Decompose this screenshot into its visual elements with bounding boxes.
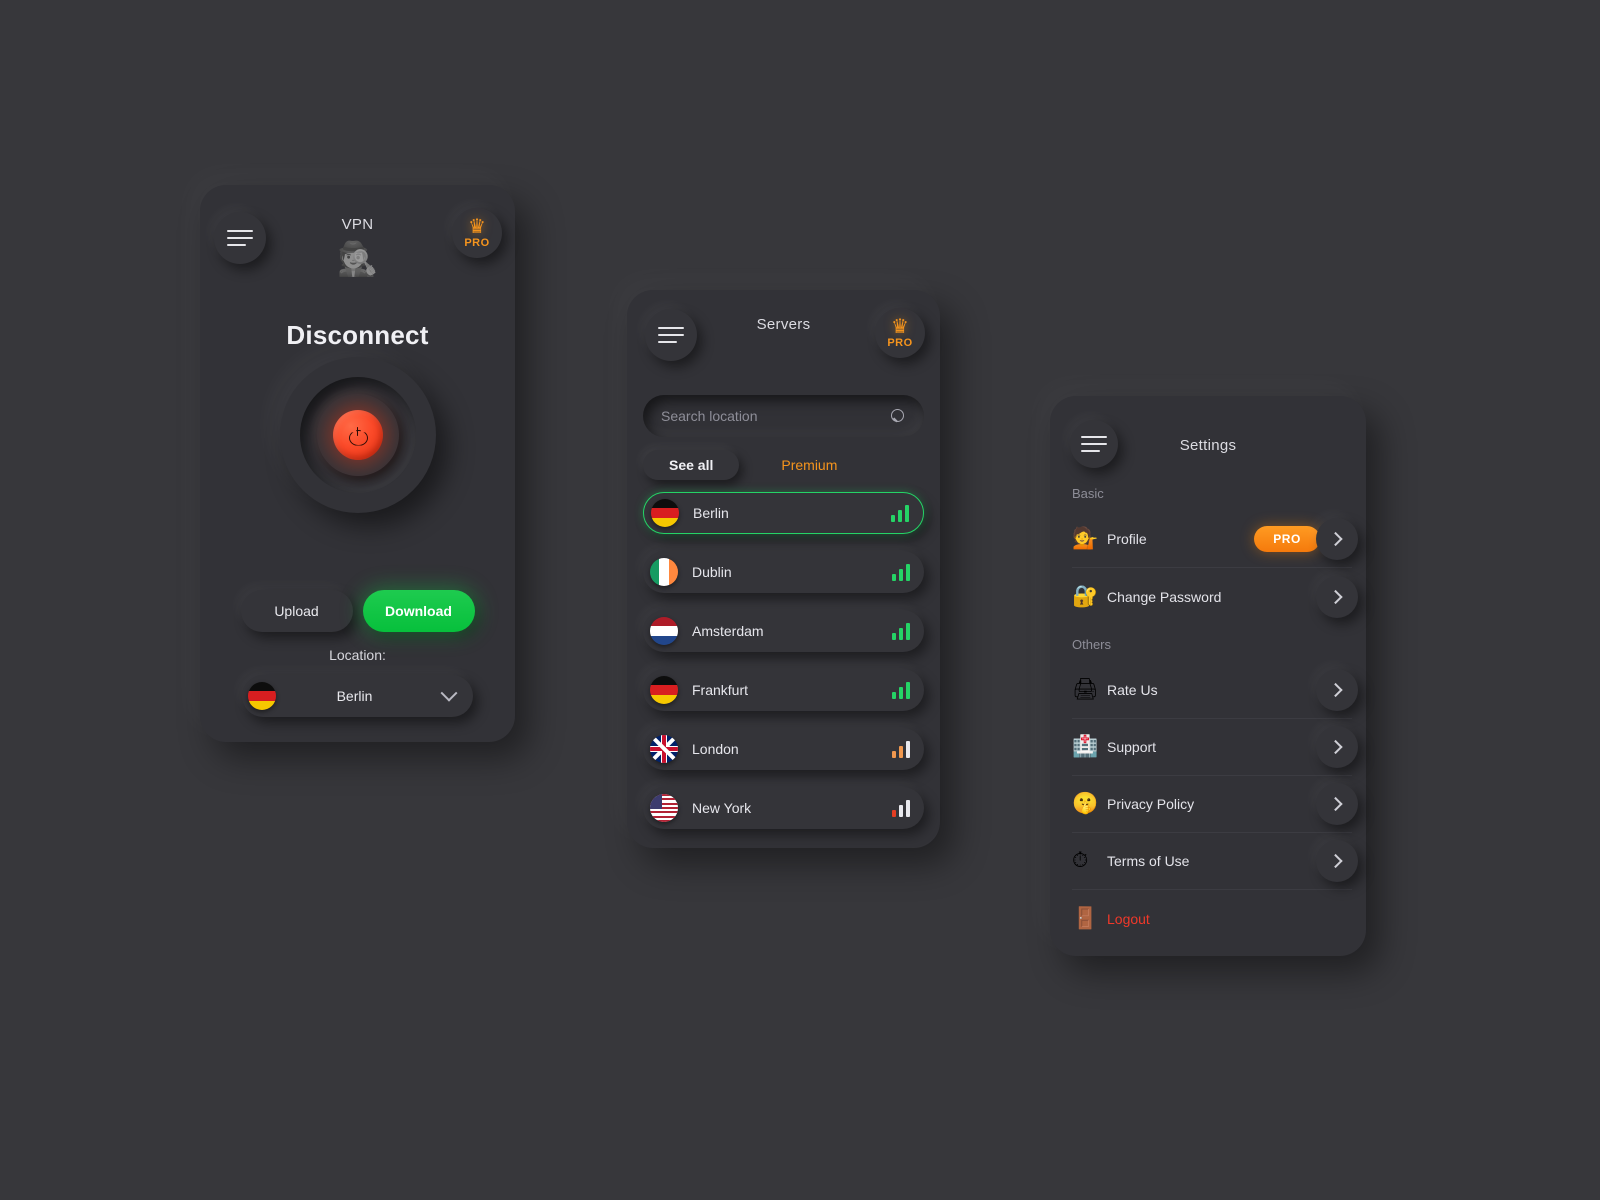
power-icon xyxy=(349,426,366,444)
settings-row-chevron-button[interactable] xyxy=(1316,669,1358,711)
server-filter-tabs: See all Premium xyxy=(643,450,924,480)
search-input[interactable] xyxy=(661,408,891,424)
spy-logo-icon: 🕵 xyxy=(336,240,379,277)
server-list-item-amsterdam[interactable]: Amsterdam xyxy=(643,610,924,652)
settings-group-basic: 💁 Profile PRO 🔐 Change Password xyxy=(1072,511,1358,625)
flag-nl-icon xyxy=(650,617,678,645)
flag-de-icon xyxy=(248,682,276,710)
settings-row-chevron-button[interactable] xyxy=(1316,518,1358,560)
pro-status-badge: PRO xyxy=(1254,526,1320,552)
support-icon: 🏥 xyxy=(1072,735,1099,758)
crown-icon: ♛ xyxy=(891,316,909,338)
server-name: Berlin xyxy=(693,505,729,521)
location-label: Location: xyxy=(329,647,386,663)
pro-label: PRO xyxy=(887,337,913,349)
server-name: Dublin xyxy=(692,564,732,580)
signal-strength-icon xyxy=(892,622,910,640)
server-list-item-new-york[interactable]: New York xyxy=(643,787,924,829)
group-label-basic: Basic xyxy=(1072,486,1104,501)
flag-us-icon xyxy=(650,794,678,822)
group-label-others: Others xyxy=(1072,637,1112,652)
chevron-right-icon xyxy=(1328,589,1343,604)
flag-gb-icon xyxy=(650,735,678,763)
privacy-policy-icon: 🤫 xyxy=(1072,792,1099,815)
power-ring-outer xyxy=(299,377,416,493)
chevron-right-icon xyxy=(1328,682,1343,698)
servers-pro-button[interactable]: ♛ PRO xyxy=(875,308,925,358)
upload-button[interactable]: Upload xyxy=(240,590,353,632)
chevron-right-icon xyxy=(1328,853,1343,869)
settings-row-chevron-button[interactable] xyxy=(1316,783,1358,825)
server-list-item-dublin[interactable]: Dublin xyxy=(643,551,924,593)
settings-row-logout[interactable]: 🚪 Logout xyxy=(1072,890,1352,947)
signal-strength-icon xyxy=(892,740,910,758)
settings-row-chevron-button[interactable] xyxy=(1316,840,1358,882)
settings-row-chevron-button[interactable] xyxy=(1316,575,1358,618)
settings-title: Settings xyxy=(1179,437,1237,454)
settings-group-others: 🖨 Rate Us 🏥 Support 🤫 Privacy Policy ⏱ Terms of… xyxy=(1072,662,1358,947)
settings-row-chevron-button[interactable] xyxy=(1316,726,1358,768)
settings-row-support[interactable]: 🏥 Support xyxy=(1072,719,1358,776)
location-value: Berlin xyxy=(336,688,373,704)
chevron-right-icon xyxy=(1328,796,1343,812)
pro-badge: ♛ PRO xyxy=(887,317,912,349)
servers-card: Servers ♛ PRO See all Premium BerlinDubl… xyxy=(627,290,940,848)
signal-strength-icon xyxy=(892,799,910,817)
server-list: Berlin Dublin Amsterdam Frankfurt London New … xyxy=(643,492,924,846)
search-bar[interactable] xyxy=(643,395,924,437)
settings-card: Settings Basic 💁 Profile PRO 🔐 Change Passwo… xyxy=(1050,396,1366,956)
server-list-item-london[interactable]: London xyxy=(643,728,924,770)
transfer-buttons: Upload Download xyxy=(200,590,515,632)
settings-row-profile[interactable]: 💁 Profile PRO xyxy=(1072,511,1358,568)
chevron-down-icon xyxy=(440,684,458,702)
rate-us-icon: 🖨 xyxy=(1072,678,1099,701)
server-name: Amsterdam xyxy=(692,623,764,639)
settings-row-label: Logout xyxy=(1107,910,1150,927)
server-name: Frankfurt xyxy=(692,682,749,698)
flag-de-icon xyxy=(650,676,678,704)
terms-of-use-icon: ⏱ xyxy=(1072,849,1089,872)
signal-strength-icon xyxy=(892,681,910,699)
server-list-item-berlin[interactable]: Berlin xyxy=(643,492,924,534)
tab-see-all[interactable]: See all xyxy=(643,450,740,480)
settings-row-terms-of-use[interactable]: ⏱ Terms of Use xyxy=(1072,833,1358,890)
change-password-icon: 🔐 xyxy=(1072,584,1099,608)
server-name: New York xyxy=(692,800,752,816)
settings-row-change-password[interactable]: 🔐 Change Password xyxy=(1072,568,1358,625)
download-button[interactable]: Download xyxy=(362,590,475,632)
power-ring-inner xyxy=(316,394,399,476)
connection-state-label: Disconnect xyxy=(286,320,429,350)
crown-icon: ♛ xyxy=(468,216,486,238)
power-button[interactable] xyxy=(279,357,436,513)
flag-de-icon xyxy=(651,499,679,527)
settings-row-label: Profile xyxy=(1107,531,1147,547)
flag-ie-icon xyxy=(650,558,678,586)
vpn-card: VPN ♛ PRO 🕵 Disconnect Upload Download L… xyxy=(200,185,515,742)
location-dropdown[interactable]: Berlin xyxy=(242,675,473,717)
power-core[interactable] xyxy=(332,410,383,460)
chevron-right-icon xyxy=(1328,739,1343,755)
server-name: London xyxy=(692,741,739,757)
settings-row-rate-us[interactable]: 🖨 Rate Us xyxy=(1072,662,1358,719)
chevron-right-icon xyxy=(1328,531,1343,547)
app-mockup-stage: VPN ♛ PRO 🕵 Disconnect Upload Download L… xyxy=(0,0,1600,1200)
logout-icon: 🚪 xyxy=(1072,906,1099,930)
search-icon xyxy=(891,408,906,424)
tab-premium[interactable]: Premium xyxy=(755,450,863,480)
signal-strength-icon xyxy=(892,563,910,581)
settings-row-privacy-policy[interactable]: 🤫 Privacy Policy xyxy=(1072,776,1358,833)
server-list-item-frankfurt[interactable]: Frankfurt xyxy=(643,669,924,711)
profile-icon: 💁 xyxy=(1072,527,1099,550)
signal-strength-icon xyxy=(891,504,909,522)
